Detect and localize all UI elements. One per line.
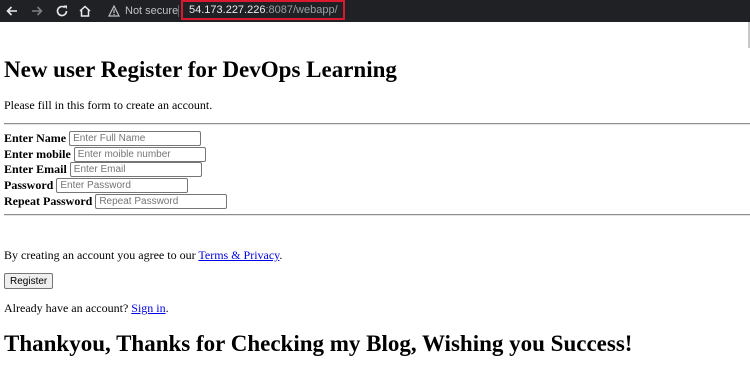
reload-icon[interactable]	[54, 3, 70, 19]
mobile-input[interactable]	[73, 147, 206, 162]
password-label: Password	[4, 178, 54, 192]
mobile-row: Enter mobile	[4, 147, 206, 162]
terms-privacy-link[interactable]: Terms & Privacy	[198, 248, 279, 262]
divider-top	[4, 123, 750, 125]
register-button[interactable]: Register	[4, 273, 54, 289]
home-icon[interactable]	[77, 3, 93, 19]
security-label: Not secure	[125, 5, 179, 17]
forward-arrow-icon[interactable]	[29, 3, 45, 19]
terms-notice: By creating an account you agree to our …	[4, 248, 282, 263]
name-input[interactable]	[69, 131, 202, 146]
email-input[interactable]	[69, 162, 202, 177]
security-indicator[interactable]: Not secure	[108, 3, 178, 19]
repeat-password-label: Repeat Password	[4, 194, 93, 208]
page-title: New user Register for DevOps Learning	[4, 57, 397, 82]
omnibox-divider	[178, 5, 179, 17]
name-label: Enter Name	[4, 131, 67, 145]
intro-text: Please fill in this form to create an ac…	[4, 98, 213, 112]
thanks-heading: Thankyou, Thanks for Checking my Blog, W…	[4, 331, 633, 356]
warning-icon	[108, 5, 120, 17]
address-bar[interactable]: 54.173.227.226:8087/webapp/	[189, 3, 338, 18]
terms-notice-end: .	[279, 248, 283, 262]
back-arrow-icon[interactable]	[4, 3, 20, 19]
url-host: 54.173.227.226	[189, 4, 266, 16]
browser-toolbar: Not secure 54.173.227.226:8087/webapp/	[0, 0, 750, 22]
password-input[interactable]	[56, 178, 189, 193]
terms-notice-text: By creating an account you agree to our	[4, 248, 199, 262]
divider-bottom	[4, 214, 750, 216]
password-row: Password	[4, 178, 189, 193]
repeat-password-row: Repeat Password	[4, 194, 228, 209]
signin-link[interactable]: Sign in	[131, 301, 165, 315]
email-label: Enter Email	[4, 162, 67, 176]
email-row: Enter Email	[4, 162, 202, 177]
signin-notice: Already have an account? Sign in.	[4, 301, 169, 316]
mobile-label: Enter mobile	[4, 147, 71, 161]
url-path: :8087/webapp/	[265, 4, 338, 16]
name-row: Enter Name	[4, 131, 202, 146]
signin-notice-end: .	[165, 301, 169, 315]
repeat-password-input[interactable]	[95, 194, 228, 209]
signin-notice-text: Already have an account?	[4, 301, 132, 315]
